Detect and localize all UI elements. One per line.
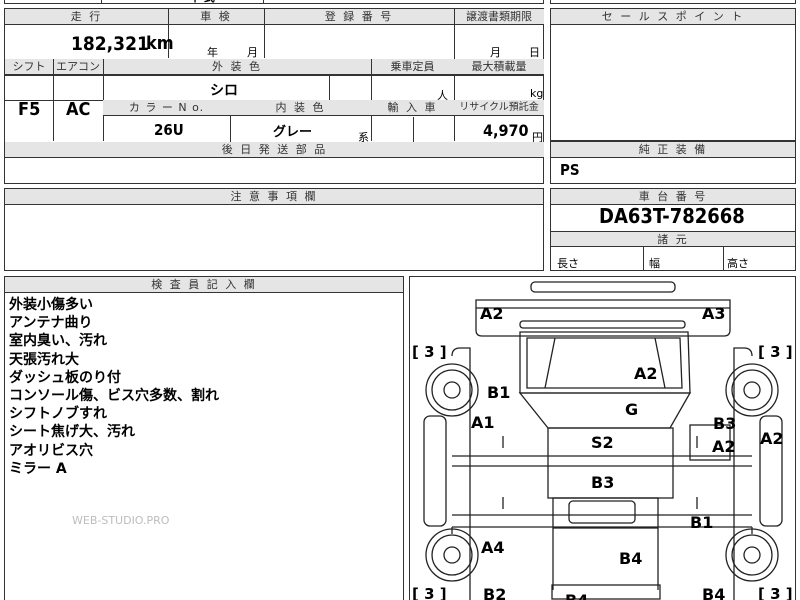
caution-header: 注 意 事 項 欄	[5, 189, 543, 205]
damage-code: S2	[591, 433, 614, 452]
vehicle-diagram: [ 3 ] [ 3 ] [ 3 ] [ 3 ] A2 A3 A2 B1 G A1…	[412, 281, 793, 600]
shift-header: シフト	[5, 59, 53, 75]
ac-value: AC	[66, 99, 91, 120]
color-no-value: 26U	[154, 121, 184, 139]
bracket-rear-right: [ 3 ]	[758, 585, 793, 600]
bracket-rear-left: [ 3 ]	[412, 585, 447, 600]
inspection-month: 月	[247, 46, 258, 59]
model-year-partial: 年 式	[189, 0, 215, 5]
mileage-header: 走 行	[5, 9, 168, 25]
dimensions-header: 諸 元	[551, 231, 795, 247]
interior-color-value: グレー	[273, 125, 313, 140]
chassis-block: 車 台 番 号 DA63T-782668 諸 元 長さ 幅 高さ	[550, 188, 796, 271]
chassis-number: DA63T-782668	[599, 204, 745, 228]
damage-code: B3	[591, 473, 614, 492]
inspector-note: シフトノブすれ	[9, 406, 107, 423]
recycle-header: リサイクル預託金	[454, 100, 544, 116]
damage-code: A1	[471, 413, 495, 432]
shift-value: F5	[18, 99, 41, 120]
damage-code: B4	[619, 549, 642, 568]
damage-code: B1	[487, 383, 510, 402]
damage-code: A2	[480, 304, 504, 323]
inspector-note: ダッシュ板のり付	[9, 369, 121, 386]
damage-code: B1	[690, 513, 713, 532]
transfer-header: 譲渡書類期限	[454, 9, 544, 25]
transfer-day: 日	[529, 46, 540, 59]
inspector-note: アンテナ曲り	[9, 315, 93, 332]
inspection-year: 年	[207, 46, 218, 59]
mileage-unit: km	[146, 33, 174, 54]
chassis-header: 車 台 番 号	[551, 189, 795, 205]
genuine-equipment-block: 純 正 装 備 PS	[550, 141, 796, 184]
max-load-unit: kg	[530, 87, 544, 100]
ac-header: エアコン	[53, 59, 103, 75]
mileage-value: 182,321	[71, 33, 149, 55]
damage-code: A2	[634, 364, 658, 383]
top-right-partial	[550, 0, 796, 4]
inspector-note: 室内臭い、汚れ	[9, 333, 107, 350]
capacity-header: 乗車定員	[371, 59, 454, 75]
damage-code: A4	[481, 538, 505, 557]
width-label: 幅	[649, 257, 660, 270]
exterior-color-value: シロ	[210, 83, 238, 99]
recycle-value: 4,970	[483, 121, 529, 140]
inspector-header: 検 査 員 記 入 欄	[5, 277, 403, 293]
sales-point-header: セ ー ル ス ポ イ ン ト	[551, 9, 795, 25]
damage-code: B4	[702, 585, 725, 600]
later-parts-header: 後 日 発 送 部 品	[5, 142, 544, 158]
exterior-color-header: 外 装 色	[103, 59, 371, 75]
registration-header: 登 録 番 号	[264, 9, 454, 25]
inspector-note: 天張汚れ大	[9, 351, 79, 368]
length-label: 長さ	[557, 257, 579, 270]
damage-code: G	[625, 400, 638, 419]
damage-code: B4	[565, 591, 588, 600]
damage-code: A2	[712, 437, 736, 456]
damage-code: A2	[760, 429, 784, 448]
bracket-front-left: [ 3 ]	[412, 343, 447, 361]
vehicle-info-block: 走 行 車 検 登 録 番 号 譲渡書類期限 182,321 km 年 月 月 …	[4, 8, 544, 184]
damage-code: A3	[702, 304, 726, 323]
damage-map-block: [ 3 ] [ 3 ] [ 3 ] [ 3 ] A2 A3 A2 B1 G A1…	[409, 276, 796, 600]
inspector-note: コンソール傷、ビス穴多数、割れ	[9, 388, 219, 405]
inspector-note: 外装小傷多い	[9, 297, 93, 313]
watermark: WEB-STUDIO.PRO	[72, 514, 170, 527]
inspection-header: 車 検	[168, 9, 264, 25]
color-no-header: カ ラ ー N o.	[103, 100, 230, 116]
sales-point-block: セ ー ル ス ポ イ ン ト	[550, 8, 796, 141]
max-load-header: 最大積載量	[454, 59, 544, 75]
transfer-month: 月	[490, 46, 501, 59]
inspector-notes-list: 外装小傷多い アンテナ曲り 室内臭い、汚れ 天張汚れ大 ダッシュ板のり付 コンソ…	[9, 296, 219, 478]
caution-block: 注 意 事 項 欄	[4, 188, 544, 271]
bracket-front-right: [ 3 ]	[758, 343, 793, 361]
damage-code: B3	[713, 414, 736, 433]
damage-code: B2	[483, 585, 506, 600]
inspector-note: アオリビス穴	[9, 442, 93, 459]
inspector-notes-block: 検 査 員 記 入 欄 外装小傷多い アンテナ曲り 室内臭い、汚れ 天張汚れ大 …	[4, 276, 404, 600]
height-label: 高さ	[727, 257, 749, 270]
inspector-note: シート焦げ大、汚れ	[9, 424, 135, 441]
top-partial-row: 年 式	[4, 0, 544, 4]
genuine-equipment-value: PS	[560, 161, 580, 179]
inspector-note: ミラー A	[9, 460, 67, 477]
import-header: 輸 入 車	[371, 100, 454, 116]
interior-color-header: 内 装 色	[230, 100, 371, 116]
genuine-equipment-header: 純 正 装 備	[551, 142, 795, 158]
